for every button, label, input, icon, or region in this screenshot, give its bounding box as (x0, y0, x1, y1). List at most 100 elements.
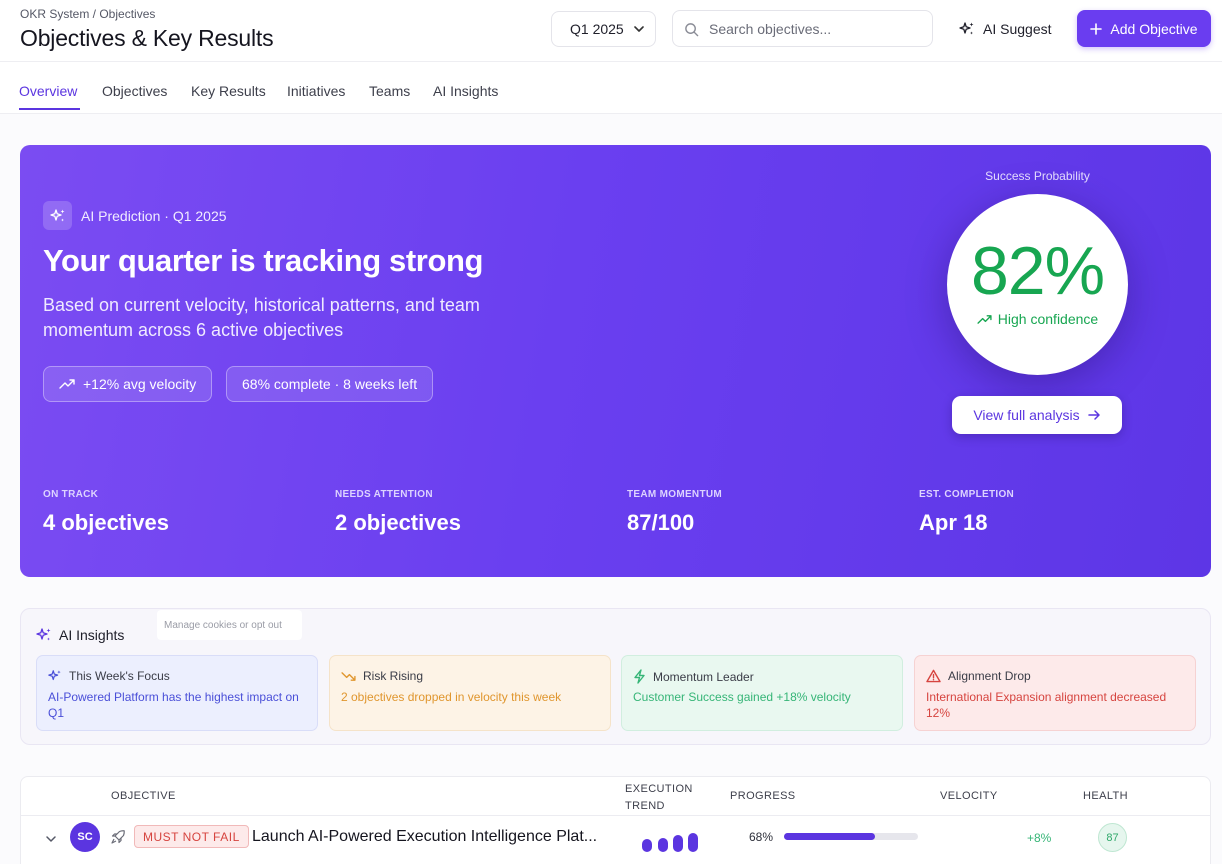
stat-value: 2 objectives (335, 510, 461, 535)
success-probability-gauge: 82% High confidence (947, 194, 1128, 375)
insight-card-risk[interactable]: Risk Rising 2 objectives dropped in velo… (329, 655, 611, 731)
progress-percent: 68% (749, 830, 774, 844)
success-probability-value: 82% (970, 233, 1105, 309)
quarter-select-value: Q1 2025 (570, 21, 624, 37)
rocket-icon (111, 830, 125, 844)
plus-icon (1090, 22, 1103, 35)
stat-value: Apr 18 (919, 510, 988, 535)
progress-bar (784, 833, 918, 840)
stat-label: EST. COMPLETION (919, 489, 1015, 500)
trend-down-icon (341, 671, 356, 681)
execution-trend-bar (688, 833, 698, 852)
stat-value: 87/100 (627, 510, 695, 535)
tab-bar: Overview Objectives Key Results Initiati… (0, 62, 1222, 114)
insight-card-body: International Expansion alignment decrea… (926, 690, 1167, 720)
execution-trend-bar (673, 835, 683, 852)
prediction-badge-label: AI Prediction · Q1 2025 (81, 207, 227, 224)
quarter-select[interactable]: Q1 2025 (551, 11, 656, 47)
insight-card-focus[interactable]: This Week's Focus AI-Powered Platform ha… (36, 655, 318, 731)
hero-title: Your quarter is tracking strong (43, 243, 484, 278)
arrow-right-icon (1087, 410, 1100, 420)
insight-card-title: This Week's Focus (69, 669, 170, 683)
priority-tag: MUST NOT FAIL (134, 825, 249, 848)
stat-label: ON TRACK (43, 489, 99, 500)
insight-card-momentum[interactable]: Momentum Leader Customer Success gained … (621, 655, 903, 731)
hero-subtitle: Based on current velocity, historical pa… (43, 295, 480, 340)
insight-card-header: Momentum Leader (633, 669, 754, 684)
view-full-analysis-button[interactable]: View full analysis (952, 396, 1122, 434)
sparkles-icon (48, 670, 61, 681)
execution-trend-bar (642, 839, 652, 852)
insight-card-body: AI-Powered Platform has the highest impa… (48, 690, 299, 720)
stat-value: 4 objectives (43, 510, 169, 535)
objective-name[interactable]: Launch AI-Powered Execution Intelligence… (252, 828, 597, 846)
ai-suggest-button[interactable]: AI Suggest (955, 13, 1056, 45)
progress-bar-fill (784, 833, 876, 840)
trend-up-icon (977, 314, 992, 324)
ai-insights-label: AI Insights (59, 627, 125, 643)
velocity-value: +8% (1027, 831, 1052, 845)
insight-card-title: Risk Rising (363, 669, 424, 683)
add-objective-label: Add Objective (1110, 20, 1198, 37)
breadcrumb[interactable]: OKR System / Objectives (20, 7, 155, 21)
ai-insights-panel: AI Insights Manage cookies or opt out Th… (20, 608, 1211, 745)
tab-initiatives[interactable]: Initiatives (287, 83, 345, 99)
ai-prediction-hero: AI Prediction · Q1 2025 Your quarter is … (20, 145, 1211, 577)
chevron-down-icon (634, 26, 644, 32)
search-icon (685, 23, 699, 37)
column-header-health[interactable]: HEALTH (1083, 790, 1128, 802)
stat-est-completion: EST. COMPLETION Apr 18 (919, 489, 1014, 536)
table-row[interactable]: SC MUST NOT FAIL Launch AI-Powered Execu… (21, 816, 1210, 861)
stat-label: TEAM MOMENTUM (627, 489, 722, 500)
search-box (672, 10, 933, 47)
column-header-objective[interactable]: OBJECTIVE (111, 790, 176, 802)
insight-card-body: Customer Success gained +18% velocity (633, 690, 851, 704)
tab-teams[interactable]: Teams (369, 83, 410, 99)
tab-ai-insights[interactable]: AI Insights (433, 83, 498, 99)
chevron-down-icon[interactable] (45, 833, 57, 845)
owner-avatar: SC (70, 822, 100, 852)
top-header: OKR System / Objectives Objectives & Key… (0, 0, 1222, 62)
column-header-execution-trend[interactable]: EXECUTION TREND (625, 781, 705, 815)
ai-insights-title: AI Insights (36, 627, 124, 643)
stat-team-momentum: TEAM MOMENTUM 87/100 (627, 489, 722, 536)
view-full-analysis-label: View full analysis (973, 407, 1080, 423)
search-input[interactable] (709, 19, 924, 39)
execution-trend-bar (658, 838, 668, 852)
insight-card-title: Alignment Drop (948, 669, 1031, 683)
bolt-icon (634, 669, 645, 684)
column-header-progress[interactable]: PROGRESS (730, 790, 796, 802)
add-objective-button[interactable]: Add Objective (1077, 10, 1211, 47)
tab-overview[interactable]: Overview (19, 83, 77, 99)
tab-key-results[interactable]: Key Results (191, 83, 266, 99)
cookie-tooltip[interactable]: Manage cookies or opt out (157, 610, 302, 640)
health-score-badge: 87 (1098, 823, 1127, 852)
insight-card-body: 2 objectives dropped in velocity this we… (341, 690, 562, 704)
insight-card-title: Momentum Leader (653, 669, 754, 684)
progress-chip: 68% complete · 8 weeks left (226, 366, 434, 402)
success-probability-label: Success Probability (985, 169, 1090, 183)
insight-card-header: This Week's Focus (48, 669, 170, 683)
sparkles-icon (43, 201, 72, 230)
insight-card-alignment[interactable]: Alignment Drop International Expansion a… (914, 655, 1196, 731)
warning-triangle-icon (926, 669, 941, 683)
column-header-velocity[interactable]: VELOCITY (940, 790, 998, 802)
progress-chip-label: 68% complete · 8 weeks left (242, 376, 418, 392)
sparkles-icon (36, 628, 51, 641)
trend-up-icon (59, 379, 75, 389)
velocity-chip: +12% avg velocity (43, 366, 213, 402)
confidence-indicator: High confidence (947, 311, 1128, 327)
tab-objectives[interactable]: Objectives (102, 83, 167, 99)
page-title: Objectives & Key Results (20, 25, 274, 51)
ai-suggest-label: AI Suggest (983, 21, 1052, 37)
stat-needs-attention: NEEDS ATTENTION 2 objectives (335, 489, 461, 536)
insight-card-header: Alignment Drop (926, 669, 1031, 683)
sparkles-icon (959, 22, 974, 35)
objectives-table: OBJECTIVE EXECUTION TREND PROGRESS VELOC… (20, 776, 1211, 864)
stat-on-track: ON TRACK 4 objectives (43, 489, 169, 536)
prediction-badge: AI Prediction · Q1 2025 (43, 201, 227, 230)
confidence-label: High confidence (997, 311, 1099, 327)
active-tab-indicator (19, 108, 80, 110)
insight-card-header: Risk Rising (341, 669, 423, 683)
stat-label: NEEDS ATTENTION (335, 489, 433, 500)
